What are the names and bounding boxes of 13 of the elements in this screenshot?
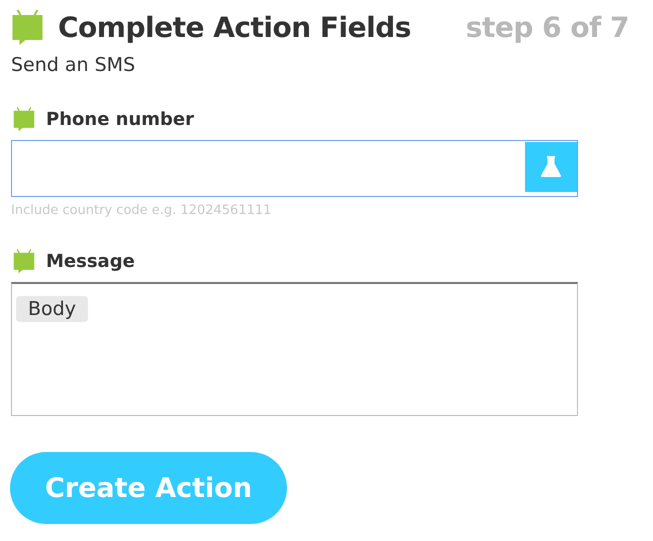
android-icon bbox=[13, 106, 35, 132]
field-label: Phone number bbox=[46, 108, 194, 130]
android-icon bbox=[11, 8, 44, 46]
page-title: Complete Action Fields bbox=[58, 10, 411, 44]
ingredient-tag[interactable]: Body bbox=[16, 296, 88, 322]
action-subtitle: Send an SMS bbox=[11, 54, 136, 76]
phone-input[interactable] bbox=[11, 140, 578, 197]
flask-icon bbox=[541, 156, 561, 178]
step-indicator: step 6 of 7 bbox=[466, 10, 629, 44]
message-input[interactable]: Body bbox=[11, 282, 578, 416]
field-label: Message bbox=[46, 250, 135, 272]
test-button[interactable] bbox=[525, 142, 577, 192]
android-icon bbox=[13, 248, 35, 274]
